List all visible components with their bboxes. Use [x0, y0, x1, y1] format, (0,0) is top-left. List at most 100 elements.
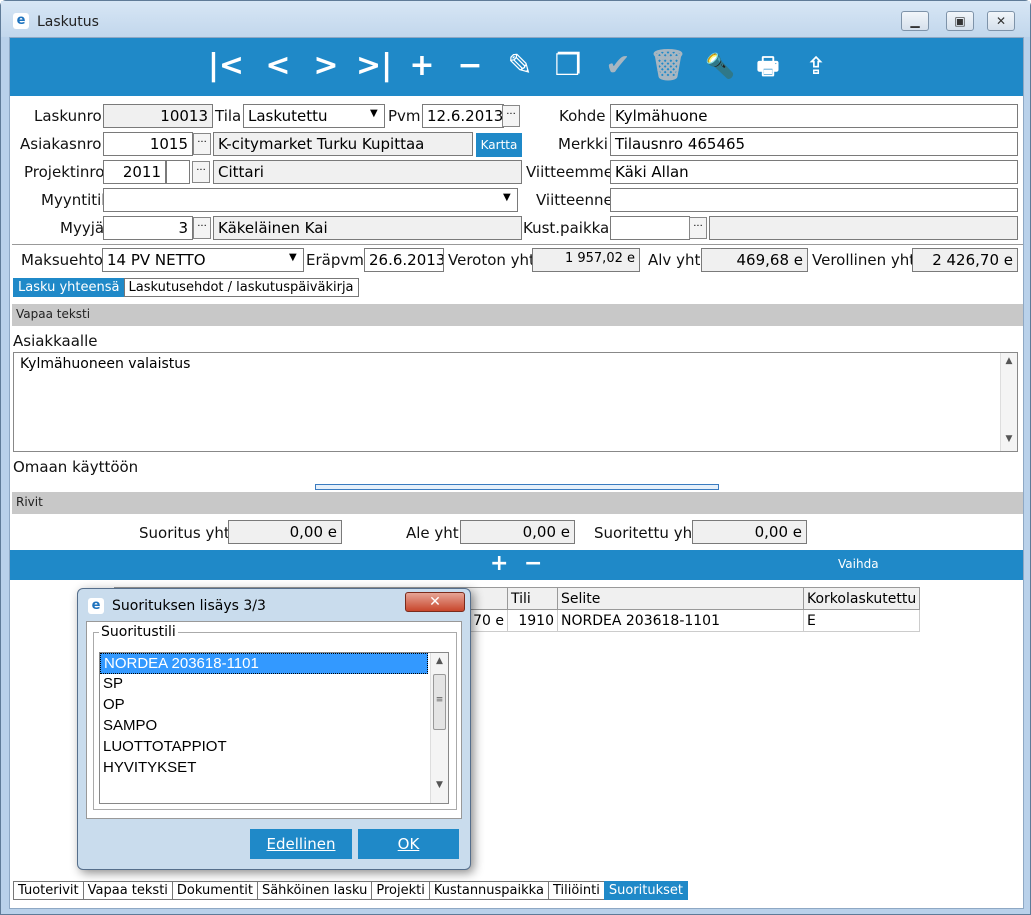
- ale-field: 0,00 e: [460, 520, 575, 544]
- delete-icon[interactable]: 🗑: [648, 46, 688, 86]
- suoritettu-field: 0,00 e: [692, 520, 807, 544]
- viitteenne-label: Viitteenne: [536, 191, 613, 209]
- app-icon: e: [88, 598, 104, 614]
- pvm-field[interactable]: 12.6.2013: [422, 104, 504, 128]
- kustpaikka-label: Kust.paikka: [523, 219, 610, 237]
- remove-icon[interactable]: −: [450, 46, 490, 86]
- asiakasnro-field[interactable]: 1015: [103, 132, 193, 156]
- erapvm-field[interactable]: 26.6.2013: [364, 248, 444, 272]
- list-item[interactable]: HYVITYKSET: [100, 758, 448, 779]
- dialog-body: Suoritustili NORDEA 203618-1101 SP OP SA…: [86, 621, 462, 819]
- asiakkaalle-textarea[interactable]: Kylmähuoneen valaistus ▲ ▼: [13, 352, 1018, 452]
- tab-tuoterivit[interactable]: Tuoterivit: [13, 881, 84, 900]
- tab-projekti[interactable]: Projekti: [371, 881, 430, 900]
- tab-kustannuspaikka[interactable]: Kustannuspaikka: [428, 881, 549, 900]
- copy-icon[interactable]: ❐: [548, 46, 588, 86]
- kustpaikka-lookup-icon[interactable]: ···: [689, 217, 707, 239]
- maximize-button[interactable]: ▣: [946, 11, 974, 31]
- tab-sahkoinen-lasku[interactable]: Sähköinen lasku: [256, 881, 373, 900]
- tab-laskutusehdot[interactable]: Laskutusehdot / laskutuspäiväkirja: [123, 278, 359, 297]
- projekti-name-field: Cittari: [213, 160, 522, 184]
- grid-cell-selite: NORDEA 203618-1101: [557, 609, 804, 632]
- ok-button[interactable]: OK: [358, 829, 459, 859]
- kartta-button[interactable]: Kartta: [476, 133, 522, 157]
- suoritustili-listbox[interactable]: NORDEA 203618-1101 SP OP SAMPO LUOTTOTAP…: [99, 652, 449, 804]
- list-item[interactable]: SAMPO: [100, 716, 448, 737]
- tab-vapaa-teksti[interactable]: Vapaa teksti: [82, 881, 173, 900]
- tila-select[interactable]: Laskutettu ▼: [243, 104, 385, 128]
- alv-field: 469,68 e: [701, 248, 808, 272]
- search-icon[interactable]: 🔦: [700, 46, 740, 86]
- viitteemme-field[interactable]: Käki Allan: [610, 160, 1018, 184]
- projekti-sub-field[interactable]: [166, 160, 190, 184]
- myyntitili-select[interactable]: ▼: [103, 188, 518, 212]
- export-icon[interactable]: ⇪: [796, 46, 836, 86]
- veroton-field: 1 957,02 e: [532, 248, 640, 272]
- omaan-kayttoon-label: Omaan käyttöön: [13, 458, 139, 476]
- remove-row-icon[interactable]: −: [524, 551, 542, 576]
- add-icon[interactable]: +: [402, 46, 442, 86]
- close-window-button[interactable]: ✕: [987, 11, 1015, 31]
- prev-icon[interactable]: <: [258, 46, 298, 86]
- myyja-name-field: Käkeläinen Kai: [213, 216, 522, 240]
- minimize-button[interactable]: ▁: [901, 11, 929, 31]
- list-item[interactable]: LUOTTOTAPPIOT: [100, 737, 448, 758]
- divider: [12, 244, 1023, 245]
- rivit-toolbar: + − Vaihda: [10, 550, 1023, 580]
- vapaa-teksti-section: Vapaa teksti: [12, 304, 1023, 326]
- kohde-field[interactable]: Kylmähuone: [610, 104, 1018, 128]
- kustpaikka-field[interactable]: [610, 216, 690, 240]
- last-icon[interactable]: >|: [354, 46, 394, 86]
- tila-value: Laskutettu: [248, 107, 328, 125]
- textarea-scrollbar[interactable]: ▲ ▼: [1000, 353, 1017, 451]
- maksuehto-select[interactable]: 14 PV NETTO ▼: [102, 248, 304, 272]
- asiakas-lookup-icon[interactable]: ···: [193, 133, 211, 155]
- first-icon[interactable]: |<: [206, 46, 246, 86]
- grid-header-selite[interactable]: Selite: [557, 587, 804, 610]
- tab-suoritukset[interactable]: Suoritukset: [603, 881, 688, 900]
- veroton-label: Veroton yht.: [448, 251, 540, 269]
- list-scrollbar[interactable]: ▲ ≡ ▼: [430, 653, 448, 803]
- next-icon[interactable]: >: [306, 46, 346, 86]
- close-icon[interactable]: ✕: [405, 592, 465, 612]
- projektinro-field[interactable]: 2011: [103, 160, 166, 184]
- tab-lasku-yhteensa[interactable]: Lasku yhteensä: [13, 278, 125, 297]
- list-item[interactable]: SP: [100, 674, 448, 695]
- maksuehto-label: Maksuehto: [21, 251, 103, 269]
- bottom-tab-strip: Tuoterivit Vapaa teksti Dokumentit Sähkö…: [13, 881, 688, 900]
- myyja-field[interactable]: 3: [103, 216, 193, 240]
- erapvm-label: Eräpvm: [306, 251, 364, 269]
- myyja-lookup-icon[interactable]: ···: [193, 217, 211, 239]
- grid-cell-tili: 1910: [507, 609, 558, 632]
- print-icon[interactable]: 🖶: [748, 46, 788, 86]
- record-toolbar: |< < > >| + − ✎ ❐ ✔ 🗑 🔦 🖶 ⇪: [10, 38, 1023, 96]
- tab-dokumentit[interactable]: Dokumentit: [171, 881, 258, 900]
- projekti-lookup-icon[interactable]: ···: [192, 161, 210, 183]
- tila-label: Tila: [215, 107, 242, 125]
- viitteenne-field[interactable]: [610, 188, 1018, 212]
- list-item[interactable]: OP: [100, 695, 448, 716]
- laskunro-field[interactable]: 10013: [103, 104, 213, 128]
- grid-header-tili[interactable]: Tili: [507, 587, 558, 610]
- myyntitili-label: Myyntitili: [41, 191, 110, 209]
- asiakkaalle-text: Kylmähuoneen valaistus: [20, 356, 191, 372]
- confirm-icon[interactable]: ✔: [598, 46, 638, 86]
- window-title: Laskutus: [37, 14, 99, 30]
- grid-cell-korko: E: [802, 609, 921, 632]
- edellinen-button[interactable]: Edellinen: [250, 829, 352, 859]
- edit-icon[interactable]: ✎: [500, 46, 540, 86]
- add-row-icon[interactable]: +: [490, 551, 508, 576]
- grid-header-korko[interactable]: Korkolaskutettu: [802, 587, 921, 610]
- vaihda-button[interactable]: Vaihda: [838, 557, 879, 571]
- splitter-handle[interactable]: [315, 484, 719, 490]
- asiakasnro-label: Asiakasnro: [20, 135, 102, 153]
- date-picker-icon[interactable]: ···: [502, 105, 520, 127]
- kustpaikka-name-field: [709, 216, 1018, 240]
- tab-tilioiniti[interactable]: Tiliöinti: [547, 881, 605, 900]
- merkki-field[interactable]: Tilausnro 465465: [610, 132, 1018, 156]
- asiakkaalle-label: Asiakkaalle: [13, 332, 98, 350]
- suoritus-label: Suoritus yht.: [139, 524, 235, 542]
- list-item[interactable]: NORDEA 203618-1101: [100, 653, 428, 674]
- suorituksen-lisays-dialog: e Suorituksen lisäys 3/3 ✕ Suoritustili …: [77, 588, 471, 870]
- chevron-down-icon: ▼: [370, 108, 378, 119]
